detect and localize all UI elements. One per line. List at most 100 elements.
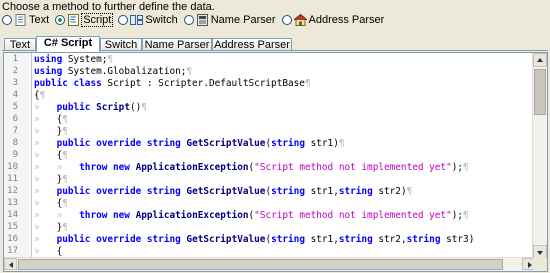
code-token: string: [338, 234, 373, 245]
code-token: ¶: [62, 222, 68, 233]
method-label-name-parser: Name Parser: [210, 14, 276, 26]
code-line: » » throw new ApplicationException("Scri…: [34, 210, 469, 222]
code-line: » }¶: [34, 174, 68, 186]
code-token: str2,: [372, 234, 407, 245]
line-number: 10: [7, 162, 18, 172]
line-number: 6: [12, 114, 18, 124]
code-line: » }¶: [34, 126, 68, 138]
code-token: ApplicationException: [135, 210, 249, 221]
line-number-gutter: 1 2 3 4 5 6 7 8 9 10 11 12 13 14 15 16 17: [4, 53, 32, 259]
code-editor[interactable]: 1 2 3 4 5 6 7 8 9 10 11 12 13 14 15 16 17 using System;¶…: [3, 52, 548, 272]
arrow-up-icon: [537, 58, 543, 62]
line-number: 7: [12, 126, 18, 136]
scroll-left-button[interactable]: [4, 258, 17, 270]
method-option-name-parser[interactable]: Name Parser: [183, 12, 276, 28]
radio-script[interactable]: [55, 15, 66, 25]
code-token: using: [34, 66, 63, 77]
code-token: throw new: [79, 162, 130, 173]
script-icon: [68, 14, 80, 26]
code-line: » {¶: [34, 150, 68, 162]
code-line: public class Script : Scripter.DefaultSc…: [34, 78, 311, 90]
line-number: 4: [12, 90, 18, 100]
code-token: ¶: [107, 54, 114, 65]
scroll-down-button[interactable]: [533, 245, 547, 259]
code-token: ¶: [141, 102, 147, 113]
code-line: » » throw new ApplicationException("Scri…: [34, 162, 469, 174]
arrow-down-icon: [537, 251, 543, 255]
line-number: 5: [12, 102, 18, 112]
vertical-scroll-thumb[interactable]: [534, 69, 546, 115]
code-token: »: [34, 234, 57, 245]
line-number: 11: [7, 174, 18, 184]
code-token: ¶: [39, 90, 46, 101]
radio-switch[interactable]: [118, 15, 129, 25]
code-line: {¶: [34, 90, 45, 102]
arrow-left-icon: [9, 262, 13, 268]
code-token: public: [56, 102, 91, 113]
code-token: »: [34, 174, 57, 185]
code-token: (): [129, 102, 142, 113]
horizontal-scroll-thumb[interactable]: [18, 259, 503, 270]
radio-address-parser[interactable]: [281, 15, 292, 25]
method-label-text: Text: [29, 14, 50, 26]
code-token: ¶: [186, 66, 193, 77]
code-token: » »: [34, 210, 80, 221]
editor-tabs: Text C# Script Switch Name Parser Addres…: [2, 36, 548, 52]
horizontal-scrollbar[interactable]: [4, 257, 535, 271]
code-token: string: [271, 186, 305, 197]
code-token: string: [271, 234, 305, 245]
vertical-scrollbar[interactable]: [532, 53, 547, 259]
method-option-script[interactable]: Script: [55, 12, 114, 28]
code-token: ¶: [62, 174, 68, 185]
code-token: System.Globalization;: [62, 66, 187, 77]
code-token: »: [34, 138, 57, 149]
code-token: GetScriptValue: [186, 234, 266, 245]
code-token: public override string: [56, 138, 181, 149]
code-token: System;: [62, 54, 108, 65]
code-token: »: [34, 126, 57, 137]
radio-name-parser[interactable]: [183, 15, 194, 25]
code-token: ¶: [338, 138, 345, 149]
code-token: ¶: [304, 78, 311, 89]
code-token: str2): [372, 186, 407, 197]
code-token: str1,: [304, 186, 339, 197]
code-token: public override string: [56, 186, 181, 197]
code-line: » public Script()¶: [34, 102, 147, 114]
line-number: 17: [7, 246, 18, 256]
tab-csharp-script[interactable]: C# Script: [36, 36, 100, 52]
line-number: 9: [12, 150, 18, 160]
method-label-switch: Switch: [145, 14, 178, 26]
scroll-up-button[interactable]: [533, 53, 547, 67]
code-token: ¶: [62, 150, 68, 161]
method-label-address-parser: Address Parser: [308, 14, 385, 26]
line-number: 3: [12, 78, 18, 88]
code-token: GetScriptValue: [186, 138, 266, 149]
method-option-switch[interactable]: Switch: [118, 12, 178, 28]
name-parser-icon: [196, 14, 208, 26]
code-line: » public override string GetScriptValue(…: [34, 234, 474, 246]
code-token: » »: [34, 162, 80, 173]
code-token: GetScriptValue: [186, 186, 266, 197]
code-token: »: [34, 150, 57, 161]
method-option-text[interactable]: Text: [2, 12, 49, 28]
code-token: ¶: [62, 114, 68, 125]
code-token: {: [56, 246, 63, 257]
code-line: using System.Globalization;¶: [34, 66, 192, 78]
address-parser-icon: [293, 14, 307, 26]
code-token: public class: [34, 78, 102, 89]
code-line: » public override string GetScriptValue(…: [34, 186, 412, 198]
line-number: 14: [7, 210, 18, 220]
radio-text[interactable]: [2, 15, 12, 25]
method-option-address-parser[interactable]: Address Parser: [281, 12, 385, 28]
code-token: »: [34, 246, 57, 257]
text-document-icon: [15, 14, 26, 26]
code-token: public override string: [56, 234, 181, 245]
code-token: throw new: [79, 210, 130, 221]
code-token: "Script method not implemented yet": [254, 210, 452, 221]
code-line: » public override string GetScriptValue(…: [34, 138, 345, 150]
code-area[interactable]: using System;¶ using System.Globalization…: [32, 53, 535, 259]
code-token: Script: [96, 102, 130, 113]
line-number: 12: [7, 186, 18, 196]
code-token: »: [34, 186, 57, 197]
code-line: » {¶: [34, 114, 68, 126]
